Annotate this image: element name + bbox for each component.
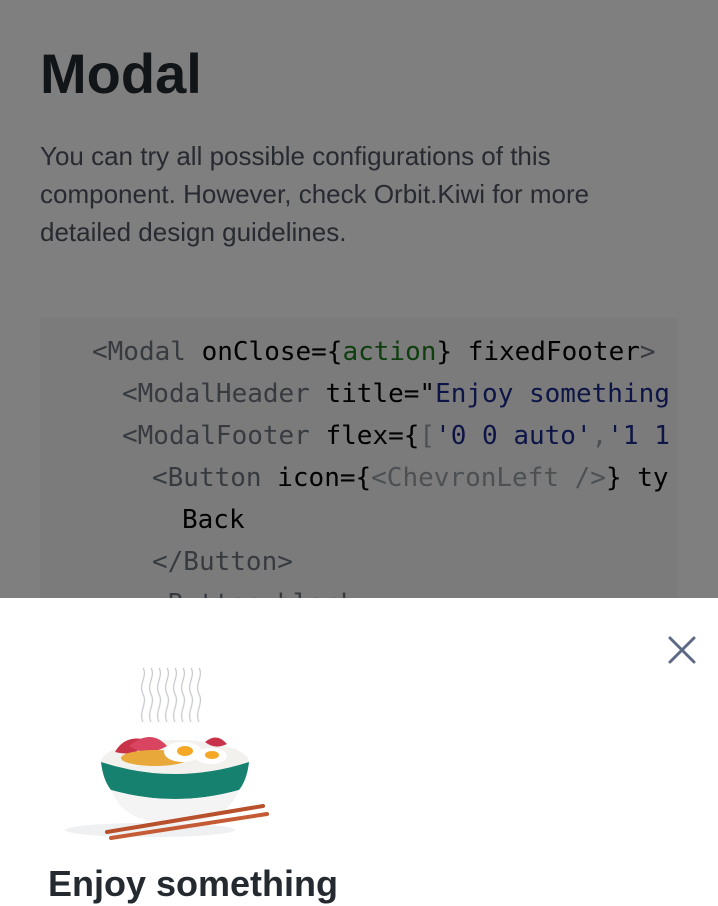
- noodle-bowl-illustration: [65, 667, 269, 840]
- modal-title: Enjoy something: [48, 863, 339, 904]
- close-button[interactable]: [660, 628, 704, 672]
- close-icon: [668, 636, 696, 664]
